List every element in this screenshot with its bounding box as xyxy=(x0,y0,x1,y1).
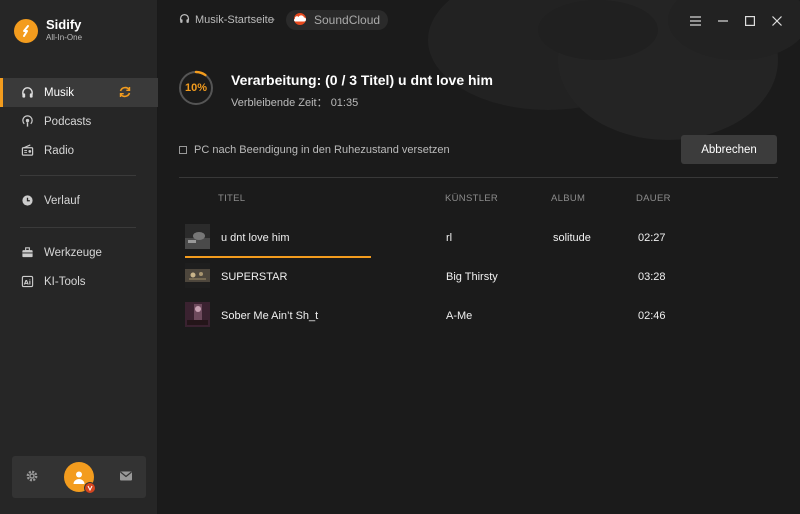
sidebar-item-label: KI-Tools xyxy=(44,275,86,288)
account-badge-icon xyxy=(83,482,96,494)
album-art-thumbnail xyxy=(185,224,210,249)
breadcrumb-source[interactable]: SoundCloud xyxy=(286,10,389,30)
chevron-right-icon: › xyxy=(271,12,275,26)
track-artist: A-Me xyxy=(446,310,473,322)
track-album: solitude xyxy=(553,232,591,244)
sleep-option[interactable]: PC nach Beendigung in den Ruhezustand ve… xyxy=(179,144,450,156)
album-art-thumbnail xyxy=(185,302,210,327)
sidify-logo-icon xyxy=(14,18,38,43)
divider xyxy=(179,177,778,178)
sidebar-item-musik[interactable]: Musik xyxy=(0,78,158,107)
header-duration: DAUER xyxy=(636,193,671,204)
sidebar-bottom-bar xyxy=(12,456,146,498)
sidebar-item-label: Verlauf xyxy=(44,194,80,207)
track-title: SUPERSTAR xyxy=(221,271,288,283)
mail-icon[interactable] xyxy=(119,470,133,485)
menu-icon[interactable] xyxy=(682,14,709,28)
sidebar: Sidify All-In-One Musik Podcasts Radio V… xyxy=(0,0,158,514)
user-avatar[interactable] xyxy=(63,462,96,494)
sidebar-item-werkzeuge[interactable]: Werkzeuge xyxy=(0,238,158,267)
track-duration: 02:46 xyxy=(638,310,666,322)
sidebar-item-label: Radio xyxy=(44,144,75,157)
album-art-thumbnail xyxy=(185,263,210,288)
sleep-checkbox[interactable] xyxy=(179,146,187,154)
table-row[interactable]: Sober Me Ain’t Sh_t A-Me 02:46 xyxy=(185,302,778,330)
sidebar-item-radio[interactable]: Radio xyxy=(0,136,158,165)
top-bar: Musik-Startseite › SoundCloud xyxy=(158,0,800,40)
user-icon xyxy=(73,471,85,484)
radio-icon xyxy=(20,144,34,158)
remaining-time: Verbleibende Zeit： 01:35 xyxy=(231,94,358,110)
headphones-icon xyxy=(179,13,190,27)
sleep-label: PC nach Beendigung in den Ruhezustand ve… xyxy=(194,144,450,156)
track-progress-bar xyxy=(185,256,371,258)
sidebar-item-label: Musik xyxy=(44,86,75,99)
toolbox-icon xyxy=(20,246,34,260)
headphones-icon xyxy=(20,86,34,100)
app-logo: Sidify All-In-One xyxy=(14,18,82,43)
ai-icon: Ai xyxy=(20,275,34,289)
breadcrumb-home[interactable]: Musik-Startseite xyxy=(179,13,274,27)
sidebar-divider xyxy=(20,175,136,176)
remaining-time-label: Verbleibende Zeit： xyxy=(231,97,328,109)
sidebar-item-verlauf[interactable]: Verlauf xyxy=(0,186,158,215)
sidebar-item-ki-tools[interactable]: Ai KI-Tools xyxy=(0,267,158,296)
sidebar-item-podcasts[interactable]: Podcasts xyxy=(0,107,158,136)
app-name: Sidify xyxy=(46,17,82,32)
track-title: u dnt love him xyxy=(221,232,290,244)
processing-title: Verarbeitung: (0 / 3 Titel) u dnt love h… xyxy=(231,72,493,88)
breadcrumb-home-label: Musik-Startseite xyxy=(195,14,274,26)
cancel-button[interactable]: Abbrechen xyxy=(681,135,777,164)
track-title: Sober Me Ain’t Sh_t xyxy=(221,310,319,322)
header-title: TITEL xyxy=(218,193,246,204)
track-artist: rl xyxy=(446,232,453,244)
breadcrumb-source-label: SoundCloud xyxy=(314,13,381,27)
sidebar-item-label: Podcasts xyxy=(44,115,92,128)
sidebar-item-label: Werkzeuge xyxy=(44,246,102,259)
maximize-icon[interactable] xyxy=(736,14,763,28)
table-row[interactable]: SUPERSTAR Big Thirsty 03:28 xyxy=(185,263,778,291)
main-panel: Musik-Startseite › SoundCloud 10% Verarb… xyxy=(158,0,800,514)
svg-text:Ai: Ai xyxy=(23,278,30,286)
clock-icon xyxy=(20,194,34,208)
conversion-progress-ring: 10% xyxy=(178,70,214,106)
track-duration: 02:27 xyxy=(638,232,666,244)
close-icon[interactable] xyxy=(763,14,790,28)
soundcloud-icon xyxy=(290,12,310,28)
sidebar-divider xyxy=(20,227,136,228)
sync-spinner-icon xyxy=(118,85,132,102)
minimize-icon[interactable] xyxy=(709,14,736,28)
podcast-icon xyxy=(20,115,34,129)
window-controls xyxy=(682,14,790,28)
remaining-time-value: 01:35 xyxy=(330,97,359,109)
track-duration: 03:28 xyxy=(638,271,666,283)
progress-percent: 10% xyxy=(184,82,208,94)
header-album: ALBUM xyxy=(551,193,586,204)
app-subtitle: All-In-One xyxy=(46,33,83,42)
track-artist: Big Thirsty xyxy=(446,271,498,283)
settings-gear-icon[interactable] xyxy=(25,469,39,486)
table-row[interactable]: u dnt love him rl solitude 02:27 xyxy=(185,224,778,258)
header-artist: KÜNSTLER xyxy=(445,193,499,204)
